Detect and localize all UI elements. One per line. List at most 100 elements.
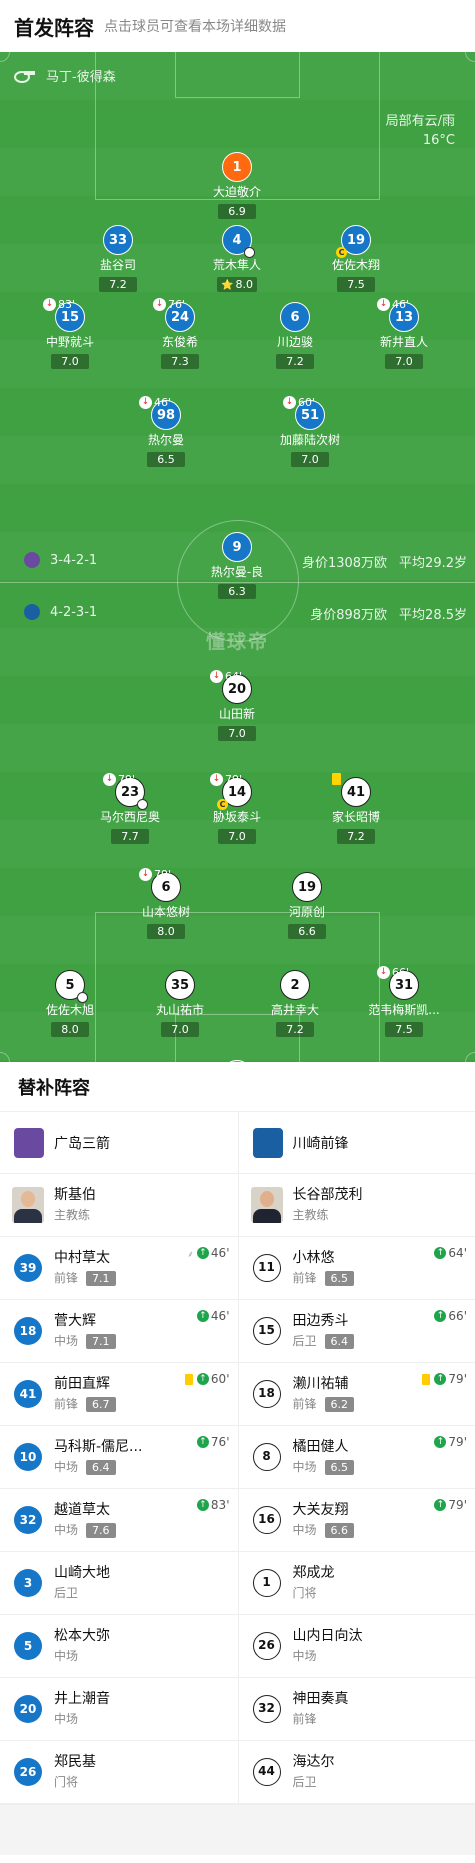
referee-name: 马丁-彼得森 [46,70,116,85]
player[interactable]: 51 ↓ 60' 加藤陆次树 7.0 [255,396,365,467]
away-team-row[interactable]: 川崎前锋 [238,1112,475,1174]
sub-in-icon: ↑ [196,1247,209,1259]
player[interactable]: 19 C 佐佐木翔 7.5 [301,225,411,292]
sub-out-marker: ↓ 64' [210,670,242,683]
player-rating: 7.6 [86,1523,116,1538]
home-formation-text: 3-4-2-1 [50,552,98,568]
player[interactable]: 9 热尔曼-良 6.3 [182,532,292,599]
player-rating: 6.4 [324,1334,355,1349]
player[interactable]: 15 ↓ 83' 中野就斗 7.0 [15,298,125,369]
player-name: 新井直人 [379,335,428,349]
sub-out-marker: ↓ 46' [377,298,409,311]
rating-value: 7.2 [347,830,365,843]
player-name: 井上潮音 [54,1691,110,1707]
player-name: 范韦梅斯凯... [368,1003,440,1017]
sub-in-marker: ↑ 79' [434,1435,467,1449]
player-position: 后卫 [292,1775,317,1789]
sub-player-row[interactable]: 44 海达尔 后卫 [238,1741,475,1804]
sub-minute: 76' [210,1435,230,1449]
sub-in-icon: ↑ [196,1499,209,1511]
sub-minute: 64' [448,1246,467,1260]
away-coach-row[interactable]: 长谷部茂利 主教练 [238,1174,475,1237]
sub-player-row[interactable]: 8 橘田健人 中场 6.5 ↑ 79' [238,1426,475,1489]
player-rating: 7.0 [385,354,423,369]
sub-player-row[interactable]: 1 郑成龙 门将 [238,1552,475,1615]
player-rating: 6.9 [218,204,256,219]
sub-player-row[interactable]: 11 小林悠 前锋 6.5 ↑ 64' [238,1237,475,1300]
player-name: 胁坂泰斗 [212,810,261,824]
sub-player-row[interactable]: 18 濑川祐辅 前锋 6.2 ↑ 79' [238,1363,475,1426]
player[interactable]: 19 河原创 6.6 [252,872,362,939]
rating-value: 6.3 [228,585,246,598]
player[interactable]: 41 家长昭博 7.2 [301,773,411,844]
subs-title: 替补阵容 [0,1062,475,1112]
sub-player-row[interactable]: 39 中村草太 前锋 7.1 ⸙ ↑ 46' [0,1237,238,1300]
rating-value: 7.0 [171,1023,189,1036]
sub-player-row[interactable]: 5 松本大弥 中场 [0,1615,238,1678]
player-name: 东俊希 [161,335,198,349]
player[interactable]: 24 ↓ 76' 东俊希 7.3 [125,298,235,369]
sub-player-row[interactable]: 32 神田奏真 前锋 [238,1678,475,1741]
substitutes: 广岛三箭 斯基伯 主教练 39 中村草太 前锋 7.1 ⸙ ↑ 46' 18 菅大辉 中场 7.1 ↑… [0,1112,475,1805]
player-rating: 7.1 [86,1334,116,1349]
sub-minute: 66' [448,1309,467,1323]
sub-player-row[interactable]: 32 越道草太 中场 7.6 ↑ 83' [0,1489,238,1552]
player-position: 后卫 [292,1334,317,1348]
player-name: 热尔曼-良 [210,565,264,579]
player[interactable]: 35 丸山祐市 7.0 [125,970,235,1037]
away-meta: 身价898万欧 平均28.5岁 [298,604,467,623]
sub-player-row[interactable]: 16 大关友翔 中场 6.6 ↑ 79' [238,1489,475,1552]
player-position-line: 中场 [54,1711,228,1728]
sub-player-row[interactable]: 26 郑民基 门将 [0,1741,238,1804]
player[interactable]: 5 佐佐木旭 8.0 [15,970,125,1037]
player-rating: 6.6 [288,924,326,939]
sub-player-row[interactable]: 26 山内日向汰 中场 [238,1615,475,1678]
player[interactable]: 13 ↓ 46' 新井直人 7.0 [349,298,459,369]
player-number: 9 [222,532,252,562]
player-name: 山崎大地 [54,1565,110,1581]
captain-badge: C [217,799,228,810]
player-position-line: 中场 6.6 [293,1522,466,1539]
sub-player-row[interactable]: 3 山崎大地 后卫 [0,1552,238,1615]
sub-player-row[interactable]: 15 田边秀斗 后卫 6.4 ↑ 66' [238,1300,475,1363]
sub-player-row[interactable]: 41 前田直辉 前锋 6.7 ↑ 60' [0,1363,238,1426]
home-coach-row[interactable]: 斯基伯 主教练 [0,1174,238,1237]
player[interactable]: 6 川边骏 7.2 [240,302,350,369]
player-name: 荒木隼人 [212,258,261,272]
sub-in-marker: ↑ 79' [422,1372,467,1386]
sub-player-row[interactable]: 10 马科斯-儒尼... 中场 6.4 ↑ 76' [0,1426,238,1489]
player-position-line: 中场 6.5 [293,1459,466,1476]
player[interactable]: 31 ↓ 66' 范韦梅斯凯... 7.5 [349,966,459,1037]
player[interactable]: 20 ↓ 64' 山田新 7.0 [182,670,292,741]
rating-value: 7.0 [395,355,413,368]
player-name: 川边骏 [276,335,313,349]
home-team-row[interactable]: 广岛三箭 [0,1112,238,1174]
player-name: 热尔曼 [147,433,184,447]
player[interactable]: 1 大迫敬介 6.9 [182,152,292,219]
rating-value: 7.2 [286,355,304,368]
rating-value: 7.0 [228,727,246,740]
sub-minute: 60' [210,1372,230,1386]
player[interactable]: 14 C ↓ 79' 胁坂泰斗 7.0 [182,773,292,844]
player[interactable]: 2 高井幸大 7.2 [240,970,350,1037]
player[interactable]: 4 荒木隼人 ⭐ 8.0 [182,225,292,292]
player[interactable]: 98 ↓ 46' 热尔曼 6.5 [111,396,221,467]
player-number: 18 [252,1380,281,1408]
player[interactable]: 6 ↓ 79' 山本悠树 8.0 [111,868,221,939]
player-name: 盐谷司 [99,258,136,272]
player-rating: 7.0 [161,1022,199,1037]
player-position: 前锋 [54,1271,79,1285]
player-number: 10 [14,1443,42,1471]
sub-player-row[interactable]: 20 井上潮音 中场 [0,1678,238,1741]
player[interactable]: 33 盐谷司 7.2 [63,225,173,292]
player-rating: ⭐ 8.0 [217,277,257,292]
player-name: 山本悠树 [141,905,190,919]
rating-value: 6.5 [157,453,175,466]
sub-info: 松本大弥 中场 [54,1627,228,1665]
player[interactable]: 98山口瑠伊7.9 [182,1060,292,1062]
player[interactable]: 23 ↓ 79' 马尔西尼奥 7.7 [75,773,185,844]
sub-player-row[interactable]: 18 菅大辉 中场 7.1 ↑ 46' [0,1300,238,1363]
sub-out-marker: ↓ 46' [139,396,171,409]
coach-name: 斯基伯 [54,1187,96,1203]
away-value: 身价898万欧 [310,608,388,623]
